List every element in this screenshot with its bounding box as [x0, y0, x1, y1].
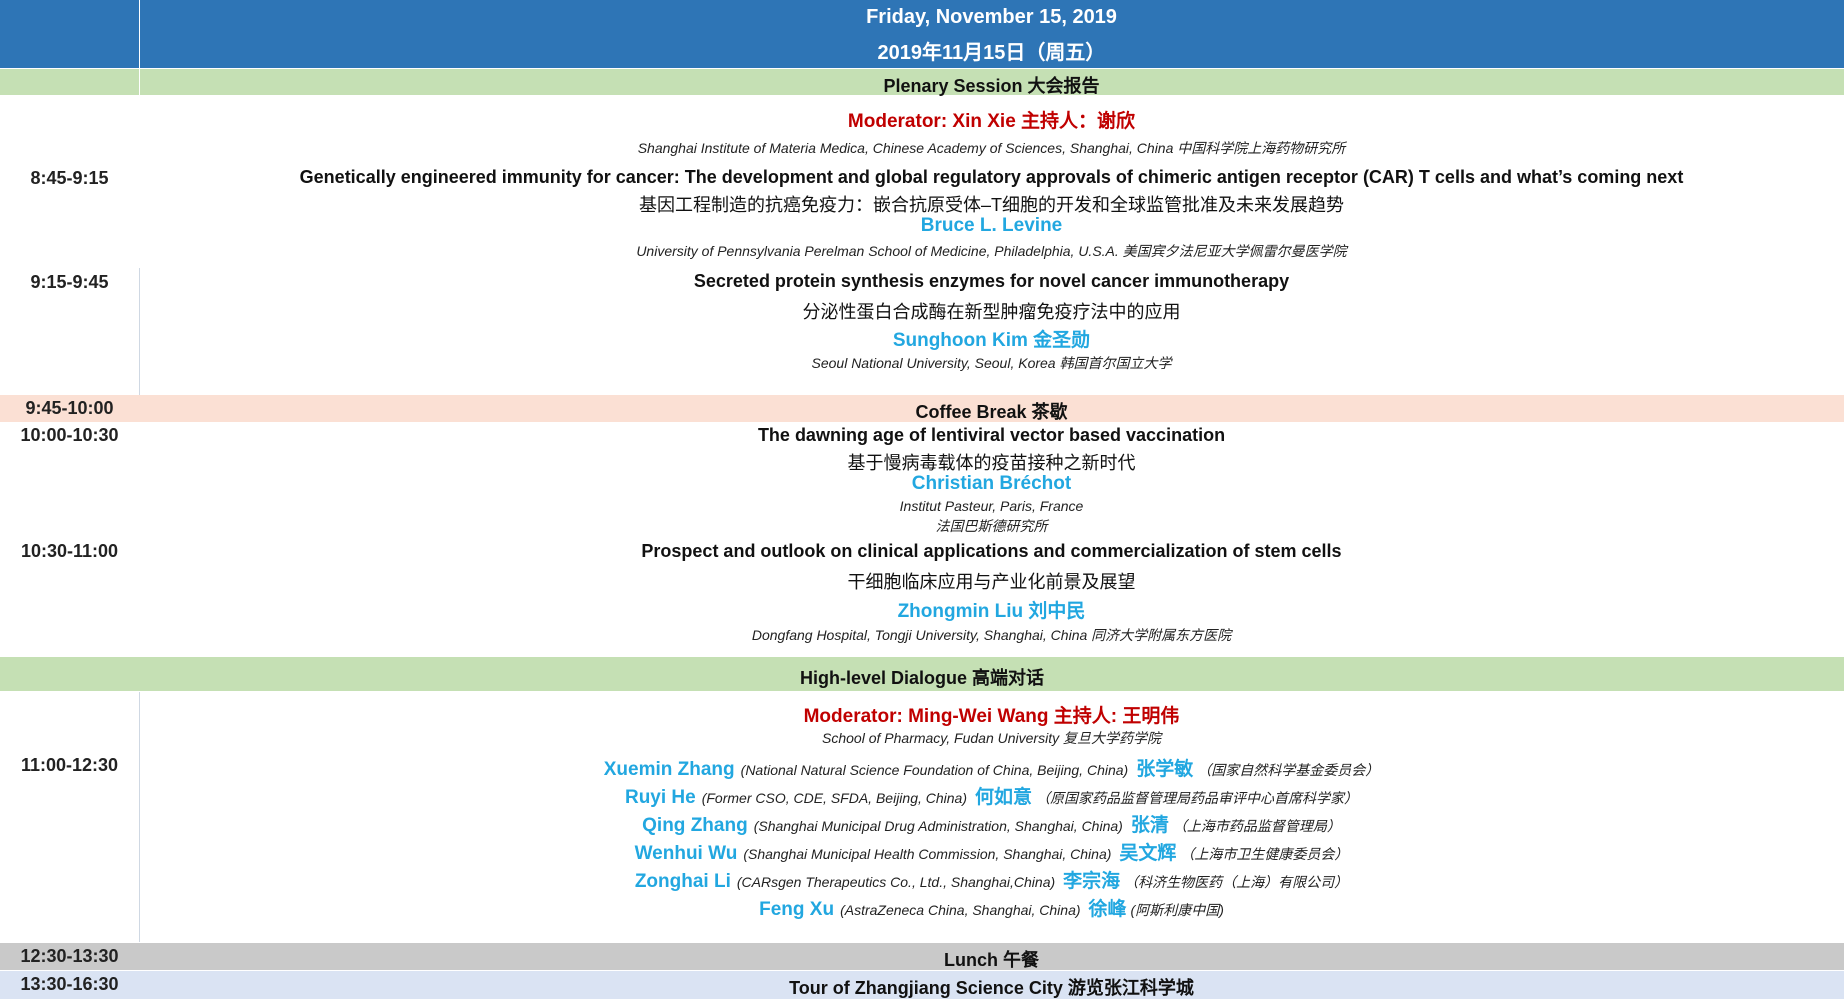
- time-slot: 13:30-16:30: [20, 974, 119, 994]
- speaker-affiliation: Dongfang Hospital, Tongji University, Sh…: [751, 627, 1232, 643]
- panelist-name: Qing Zhang: [642, 815, 748, 836]
- panelist-row: Wenhui Wu (Shanghai Municipal Health Comm…: [139, 838, 1844, 865]
- speaker-affiliation-chinese: 法国巴斯德研究所: [935, 518, 1048, 534]
- talk-title-english: The dawning age of lentiviral vector bas…: [757, 425, 1226, 445]
- panelist-row: Qing Zhang (Shanghai Municipal Drug Admin…: [139, 810, 1844, 837]
- panelist-name: Ruyi He: [624, 787, 696, 808]
- time-slot: 10:00-10:30: [20, 425, 119, 445]
- talk-title-english: Prospect and outlook on clinical applica…: [641, 541, 1342, 561]
- talk-title-chinese: 基于慢病毒载体的疫苗接种之新时代: [847, 453, 1136, 473]
- coffee-break-bar: 9:45-10:00 Coffee Break 茶歇: [0, 395, 1844, 422]
- speaker-affiliation-english: Institut Pasteur, Paris, France: [899, 498, 1084, 514]
- panelist-name-chinese: 何如意: [975, 787, 1033, 808]
- date-header: Friday, November 15, 2019 2019年11月15日（周五…: [0, 0, 1844, 68]
- panelist-affiliation: (Former CSO, CDE, SFDA, Beijing, China): [701, 790, 968, 806]
- date-english: Friday, November 15, 2019: [866, 6, 1117, 28]
- header-content: Friday, November 15, 2019 2019年11月15日（周五…: [139, 0, 1844, 68]
- talk-title-english: Genetically engineered immunity for canc…: [299, 167, 1684, 187]
- panelist-row: Zonghai Li (CARsgen Therapeutics Co., Ltd…: [139, 866, 1844, 893]
- dialogue-block: 11:00-12:30 Moderator: Ming-Wei Wang 主持人…: [0, 692, 1844, 942]
- panelist-name-chinese: 张学敏: [1136, 759, 1194, 780]
- panelist-name-chinese: 徐峰: [1088, 899, 1127, 920]
- plenary-time-cell: [0, 69, 140, 95]
- panelist-name: Xuemin Zhang: [603, 759, 735, 780]
- time-slot: 12:30-13:30: [20, 946, 119, 966]
- panelist-name: Feng Xu: [759, 899, 835, 920]
- speaker-name: Zhongmin Liu 刘中民: [897, 601, 1086, 622]
- panelist-affiliation: (AstraZeneca China, Shanghai, China): [840, 902, 1081, 918]
- session-block-4: 10:30-11:00 Prospect and outlook on clin…: [0, 540, 1844, 656]
- date-chinese: 2019年11月15日（周五）: [877, 42, 1106, 64]
- speaker-affiliation: University of Pennsylvania Perelman Scho…: [636, 243, 1347, 259]
- lunch-label: Lunch 午餐: [944, 950, 1039, 970]
- panelist-affiliation-chinese: （上海市卫生健康委员会）: [1180, 846, 1349, 862]
- talk-title-english: Secreted protein synthesis enzymes for n…: [693, 271, 1290, 291]
- moderator-label: Moderator: Xin Xie 主持人：谢欣: [847, 111, 1136, 132]
- speaker-name: Christian Bréchot: [911, 473, 1072, 494]
- panelist-name: Zonghai Li: [634, 871, 731, 892]
- panelist-row: Xuemin Zhang (National Natural Science Fo…: [139, 754, 1844, 781]
- panelist-affiliation-chinese: (阿斯利康中国): [1130, 902, 1224, 918]
- panelist-affiliation-chinese: （上海市药品监督管理局）: [1172, 818, 1341, 834]
- panelist-affiliation: (CARsgen Therapeutics Co., Ltd., Shangha…: [736, 874, 1056, 890]
- time-slot: 10:30-11:00: [20, 541, 119, 561]
- panelist-row: Feng Xu (AstraZeneca China, Shanghai, Chi…: [139, 894, 1844, 921]
- moderator-label: Moderator: Ming-Wei Wang 主持人: 王明伟: [803, 706, 1180, 727]
- panelist-name-chinese: 李宗海: [1063, 871, 1121, 892]
- session-block-1: Moderator: Xin Xie 主持人：谢欣 Shanghai Insti…: [0, 96, 1844, 268]
- session-block-2: 9:15-9:45 Secreted protein synthesis enz…: [0, 268, 1844, 395]
- talk-title-chinese: 分泌性蛋白合成酶在新型肿瘤免疫疗法中的应用: [802, 302, 1181, 322]
- dialogue-label: High-level Dialogue 高端对话: [799, 668, 1045, 688]
- panelist-name-chinese: 张清: [1130, 815, 1169, 836]
- tour-bar: 13:30-16:30 Tour of Zhangjiang Science C…: [0, 971, 1844, 999]
- time-slot: 8:45-9:15: [30, 168, 109, 188]
- talk-title-chinese: 基因工程制造的抗癌免疫力：嵌合抗原受体–T细胞的开发和全球监管批准及未来发展趋势: [638, 195, 1344, 215]
- high-level-dialogue-bar: High-level Dialogue 高端对话: [0, 657, 1844, 691]
- panelist-affiliation: (Shanghai Municipal Health Commission, S…: [743, 846, 1112, 862]
- tour-label: Tour of Zhangjiang Science City 游览张江科学城: [789, 978, 1194, 998]
- time-slot: 9:45-10:00: [25, 398, 114, 418]
- panelist-affiliation-chinese: （科济生物医药（上海）有限公司）: [1124, 874, 1349, 890]
- plenary-session-label: Plenary Session 大会报告: [883, 76, 1100, 96]
- talk-title-chinese: 干细胞临床应用与产业化前景及展望: [847, 572, 1136, 592]
- time-slot: 11:00-12:30: [20, 755, 119, 775]
- speaker-name: Bruce L. Levine: [920, 215, 1063, 236]
- speaker-name: Sunghoon Kim 金圣勋: [892, 330, 1091, 351]
- time-slot: 9:15-9:45: [30, 272, 109, 292]
- moderator-affiliation: Shanghai Institute of Materia Medica, Ch…: [637, 140, 1346, 156]
- lunch-bar: 12:30-13:30 Lunch 午餐: [0, 943, 1844, 970]
- panelist-affiliation-chinese: （国家自然科学基金委员会）: [1197, 762, 1380, 778]
- session-block-3: 10:00-10:30 The dawning age of lentivira…: [0, 423, 1844, 538]
- speaker-affiliation: Seoul National University, Seoul, Korea …: [811, 355, 1172, 371]
- panelist-affiliation: (National Natural Science Foundation of …: [740, 762, 1129, 778]
- panelist-affiliation-chinese: （原国家药品监督管理局药品审评中心首席科学家）: [1036, 790, 1359, 806]
- panelist-name-chinese: 吴文辉: [1119, 843, 1177, 864]
- coffee-break-label: Coffee Break 茶歇: [915, 402, 1068, 422]
- header-time-cell: [0, 0, 140, 68]
- plenary-session-bar: Plenary Session 大会报告: [0, 69, 1844, 96]
- panelist-affiliation: (Shanghai Municipal Drug Administration,…: [753, 818, 1123, 834]
- moderator-affiliation: School of Pharmacy, Fudan University 复旦大…: [822, 730, 1161, 746]
- panelist-name: Wenhui Wu: [634, 843, 738, 864]
- panelist-row: Ruyi He (Former CSO, CDE, SFDA, Beijing, …: [139, 782, 1844, 809]
